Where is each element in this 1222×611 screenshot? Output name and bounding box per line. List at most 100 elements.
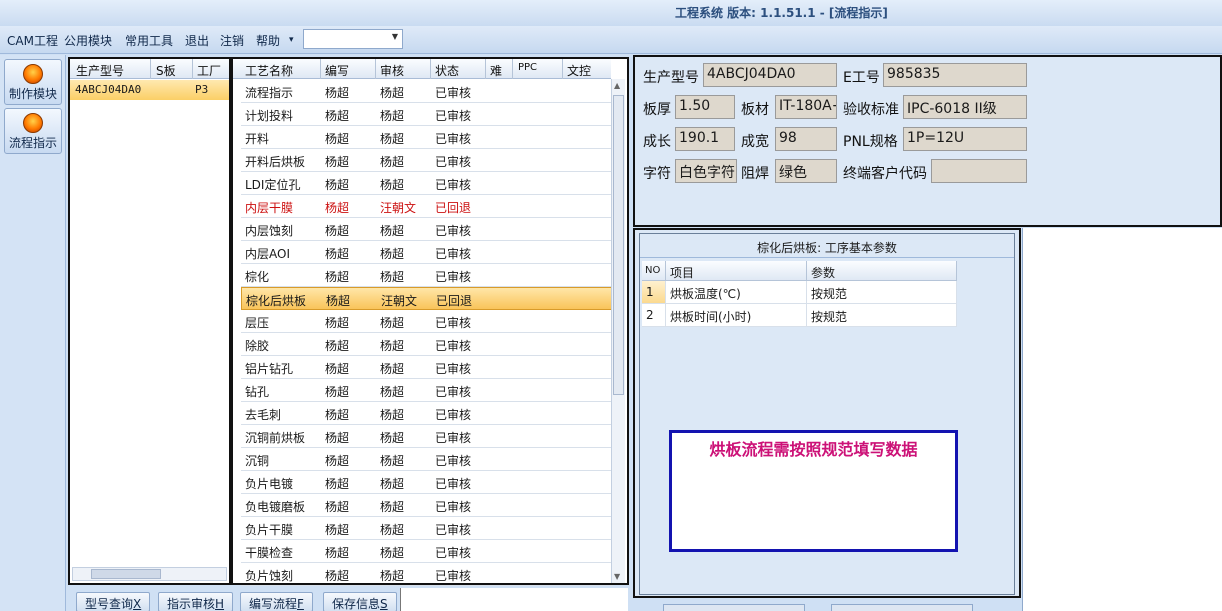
params-row-item[interactable]: 烘板时间(小时) — [666, 304, 807, 327]
process-row[interactable]: 去毛刺 杨超 杨超 已审核 — [241, 402, 613, 425]
model-query-button[interactable]: 型号查询X — [76, 592, 151, 611]
scroll-thumb[interactable] — [613, 95, 624, 395]
solder-mask-field[interactable]: 绿色 — [775, 159, 837, 183]
process-row[interactable]: 沉铜前烘板 杨超 杨超 已审核 — [241, 425, 613, 448]
header-s-board[interactable]: S板 — [156, 62, 176, 79]
e-no-field[interactable]: 985835 — [883, 63, 1027, 87]
menu-help[interactable]: 帮助 — [256, 32, 280, 49]
horizontal-scrollbar[interactable] — [72, 567, 227, 581]
process-row[interactable]: LDI定位孔 杨超 杨超 已审核 — [241, 172, 613, 195]
process-row[interactable]: 负片电镀 杨超 杨超 已审核 — [241, 471, 613, 494]
header-writer[interactable]: 编写 — [325, 62, 349, 79]
process-reviewer: 杨超 — [380, 224, 405, 238]
make-module-button[interactable]: 制作模块 — [4, 59, 62, 105]
length-field[interactable]: 190.1 — [675, 127, 735, 151]
flow-indicator-label: 流程指示 — [8, 136, 57, 150]
menu-exit[interactable]: 退出 — [185, 32, 209, 49]
material-field[interactable]: IT-180A+ — [775, 95, 837, 119]
write-flow-button[interactable]: 编写流程F — [240, 592, 313, 611]
process-writer: 杨超 — [326, 294, 351, 308]
process-row[interactable]: 层压 杨超 杨超 已审核 — [241, 310, 613, 333]
width-field[interactable]: 98 — [775, 127, 837, 151]
process-row[interactable]: 计划投料 杨超 杨超 已审核 — [241, 103, 613, 126]
params-header-no[interactable]: NO — [642, 261, 666, 281]
header-doc-control[interactable]: 文控 — [567, 62, 591, 79]
process-writer: 杨超 — [325, 477, 350, 491]
process-status: 已审核 — [435, 500, 472, 514]
process-row[interactable]: 沉铜 杨超 杨超 已审核 — [241, 448, 613, 471]
vertical-scrollbar[interactable]: ▲ ▼ — [611, 79, 625, 583]
process-row[interactable]: 开料 杨超 杨超 已审核 — [241, 126, 613, 149]
menu-common-tools[interactable]: 常用工具 — [125, 32, 173, 49]
character-field[interactable]: 白色字符 — [675, 159, 737, 183]
process-row[interactable]: 负片蚀刻 杨超 杨超 已审核 — [241, 563, 613, 586]
pnl-field[interactable]: 1P=12U — [903, 127, 1027, 151]
menu-public-module[interactable]: 公用模块 — [64, 32, 112, 49]
customer-code-field[interactable] — [931, 159, 1027, 183]
menu-bar: CAM工程 公用模块 常用工具 退出 注销 帮助 ▾ ▼ — [0, 26, 1222, 54]
params-row-no[interactable]: 2 — [642, 304, 666, 327]
process-name: 干膜检查 — [245, 546, 294, 560]
e-no-label: E工号 — [843, 70, 880, 86]
process-reviewer: 杨超 — [380, 385, 405, 399]
process-row[interactable]: 负电镀磨板 杨超 杨超 已审核 — [241, 494, 613, 517]
header-ppc[interactable]: PPC — [518, 62, 537, 73]
process-row[interactable]: 棕化后烘板 杨超 汪朝文 已回退 — [241, 287, 613, 310]
bottom-combo-1[interactable] — [663, 604, 805, 611]
process-row[interactable]: 流程指示 杨超 杨超 已审核 — [241, 80, 613, 103]
header-process-name[interactable]: 工艺名称 — [245, 62, 293, 79]
process-reviewer: 杨超 — [380, 155, 405, 169]
process-row[interactable]: 内层干膜 杨超 汪朝文 已回退 — [241, 195, 613, 218]
flow-indicator-button[interactable]: 流程指示 — [4, 108, 62, 154]
save-info-button[interactable]: 保存信息S — [323, 592, 397, 611]
process-row[interactable]: 干膜检查 杨超 杨超 已审核 — [241, 540, 613, 563]
menu-dropdown[interactable]: ▼ — [303, 29, 403, 49]
params-row-value[interactable]: 按规范 — [807, 304, 957, 327]
process-reviewer: 杨超 — [380, 546, 405, 560]
process-status: 已审核 — [435, 247, 472, 261]
header-model[interactable]: 生产型号 — [76, 62, 124, 79]
process-row[interactable]: 钻孔 杨超 杨超 已审核 — [241, 379, 613, 402]
fire-icon — [23, 64, 43, 84]
menu-overflow-icon[interactable]: ▾ — [289, 35, 294, 45]
process-writer: 杨超 — [325, 408, 350, 422]
params-header-item[interactable]: 项目 — [666, 261, 807, 281]
header-difficulty[interactable]: 难 — [490, 62, 502, 79]
params-row-value[interactable]: 按规范 — [807, 281, 957, 304]
process-row[interactable]: 除胶 杨超 杨超 已审核 — [241, 333, 613, 356]
process-reviewer: 杨超 — [380, 523, 405, 537]
process-row[interactable]: 内层蚀刻 杨超 杨超 已审核 — [241, 218, 613, 241]
params-row-no[interactable]: 1 — [642, 281, 666, 304]
header-reviewer[interactable]: 审核 — [380, 62, 404, 79]
process-name: 棕化后烘板 — [246, 294, 307, 308]
header-status[interactable]: 状态 — [435, 62, 459, 79]
header-factory[interactable]: 工厂 — [197, 62, 221, 79]
bottom-combo-2[interactable] — [831, 604, 973, 611]
menu-cam[interactable]: CAM工程 — [7, 32, 58, 49]
thickness-field[interactable]: 1.50 — [675, 95, 735, 119]
process-row[interactable]: 内层AOI 杨超 杨超 已审核 — [241, 241, 613, 264]
params-header-value[interactable]: 参数 — [807, 261, 957, 281]
scroll-thumb[interactable] — [91, 569, 161, 579]
review-button[interactable]: 指示审核H — [158, 592, 234, 611]
model-field[interactable]: 4ABCJ04DA0 — [703, 63, 837, 87]
customer-code-label: 终端客户代码 — [843, 166, 927, 182]
process-row[interactable]: 铝片钻孔 杨超 杨超 已审核 — [241, 356, 613, 379]
process-row[interactable]: 负片干膜 杨超 杨超 已审核 — [241, 517, 613, 540]
process-reviewer: 汪朝文 — [381, 294, 418, 308]
process-status: 已审核 — [435, 132, 472, 146]
process-row[interactable]: 开料后烘板 杨超 杨超 已审核 — [241, 149, 613, 172]
process-name: 计划投料 — [245, 109, 294, 123]
product-row[interactable]: 4ABCJ04DA0 P3 — [70, 80, 229, 100]
scroll-up-icon[interactable]: ▲ — [614, 81, 620, 90]
process-writer: 杨超 — [325, 431, 350, 445]
process-grid-header: 工艺名称 编写 审核 状态 难 PPC 文控 — [233, 59, 611, 79]
process-status: 已审核 — [435, 408, 472, 422]
menu-logout[interactable]: 注销 — [220, 32, 244, 49]
process-name: 负电镀磨板 — [245, 500, 306, 514]
scroll-down-icon[interactable]: ▼ — [614, 572, 620, 581]
params-row-item[interactable]: 烘板温度(℃) — [666, 281, 807, 304]
process-reviewer: 杨超 — [380, 477, 405, 491]
process-row[interactable]: 棕化 杨超 杨超 已审核 — [241, 264, 613, 287]
standard-field[interactable]: IPC-6018 II级 — [903, 95, 1027, 119]
